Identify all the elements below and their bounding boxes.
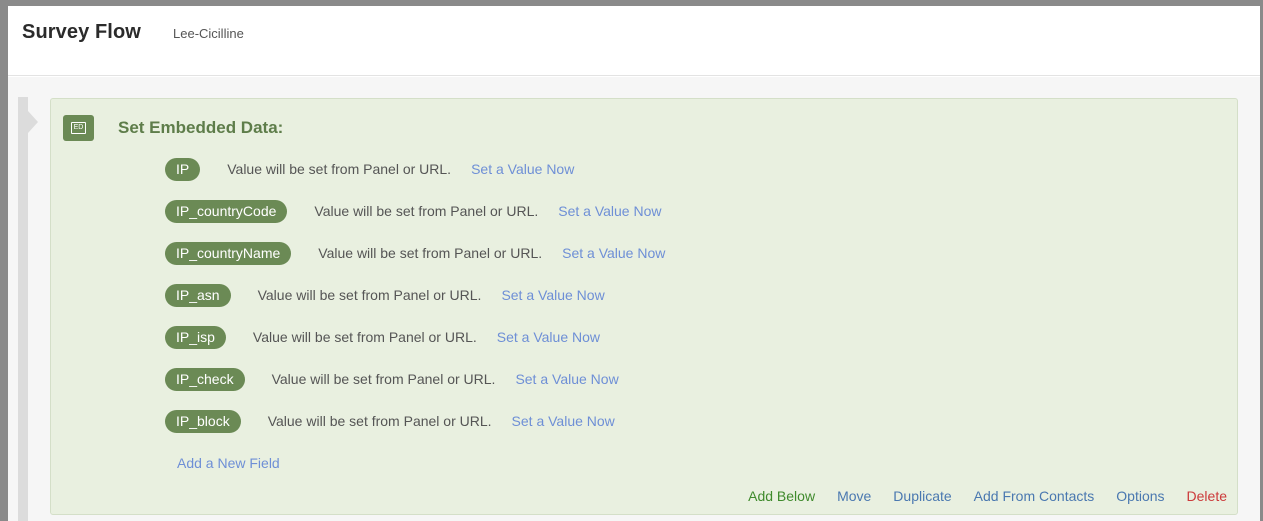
embedded-field-row: IP Value will be set from Panel or URL. … (165, 157, 574, 181)
survey-name: Lee-Cicilline (173, 26, 244, 41)
set-value-link[interactable]: Set a Value Now (501, 287, 604, 303)
embedded-data-badge-label: ED (70, 122, 87, 134)
add-new-field-link[interactable]: Add a New Field (177, 455, 280, 471)
field-name-pill[interactable]: IP_isp (165, 325, 226, 349)
add-below-button[interactable]: Add Below (748, 488, 815, 504)
set-value-link[interactable]: Set a Value Now (471, 161, 574, 177)
embedded-field-row: IP_countryName Value will be set from Pa… (165, 241, 665, 265)
set-value-link[interactable]: Set a Value Now (497, 329, 600, 345)
options-button[interactable]: Options (1116, 488, 1164, 504)
field-description: Value will be set from Panel or URL. (318, 245, 543, 261)
embedded-field-row: IP_block Value will be set from Panel or… (165, 409, 615, 433)
window-frame-left (0, 0, 8, 521)
field-name-pill[interactable]: IP_countryName (165, 241, 292, 265)
embedded-field-row: IP_countryCode Value will be set from Pa… (165, 199, 662, 223)
field-name-pill[interactable]: IP_check (165, 367, 245, 391)
field-description: Value will be set from Panel or URL. (227, 161, 452, 177)
field-name-pill[interactable]: IP_countryCode (165, 199, 288, 223)
field-description: Value will be set from Panel or URL. (252, 329, 477, 345)
set-value-link[interactable]: Set a Value Now (515, 371, 618, 387)
add-from-contacts-button[interactable]: Add From Contacts (974, 488, 1095, 504)
flow-arrow-icon (28, 111, 38, 133)
field-description: Value will be set from Panel or URL. (267, 413, 492, 429)
field-description: Value will be set from Panel or URL. (257, 287, 482, 303)
embedded-data-icon: ED (63, 115, 94, 141)
field-name-pill[interactable]: IP_asn (165, 283, 231, 307)
delete-button[interactable]: Delete (1187, 488, 1227, 504)
embedded-field-row: IP_isp Value will be set from Panel or U… (165, 325, 600, 349)
move-button[interactable]: Move (837, 488, 871, 504)
field-description: Value will be set from Panel or URL. (271, 371, 496, 387)
page-header: Survey Flow Lee-Cicilline (8, 6, 1260, 76)
embedded-field-row: IP_check Value will be set from Panel or… (165, 367, 619, 391)
field-name-pill[interactable]: IP_block (165, 409, 241, 433)
embedded-field-row: IP_asn Value will be set from Panel or U… (165, 283, 605, 307)
set-value-link[interactable]: Set a Value Now (562, 245, 665, 261)
page-title: Survey Flow (22, 21, 141, 43)
set-value-link[interactable]: Set a Value Now (558, 203, 661, 219)
block-actions-bar: Add Below Move Duplicate Add From Contac… (748, 488, 1227, 504)
set-value-link[interactable]: Set a Value Now (512, 413, 615, 429)
flow-connector-line (18, 97, 28, 521)
embedded-data-block: ED Set Embedded Data: IP Value will be s… (50, 98, 1238, 515)
field-name-pill[interactable]: IP (165, 157, 201, 181)
duplicate-button[interactable]: Duplicate (893, 488, 951, 504)
field-description: Value will be set from Panel or URL. (314, 203, 539, 219)
survey-flow-canvas: ED Set Embedded Data: IP Value will be s… (8, 77, 1260, 521)
block-title: Set Embedded Data: (118, 118, 284, 137)
